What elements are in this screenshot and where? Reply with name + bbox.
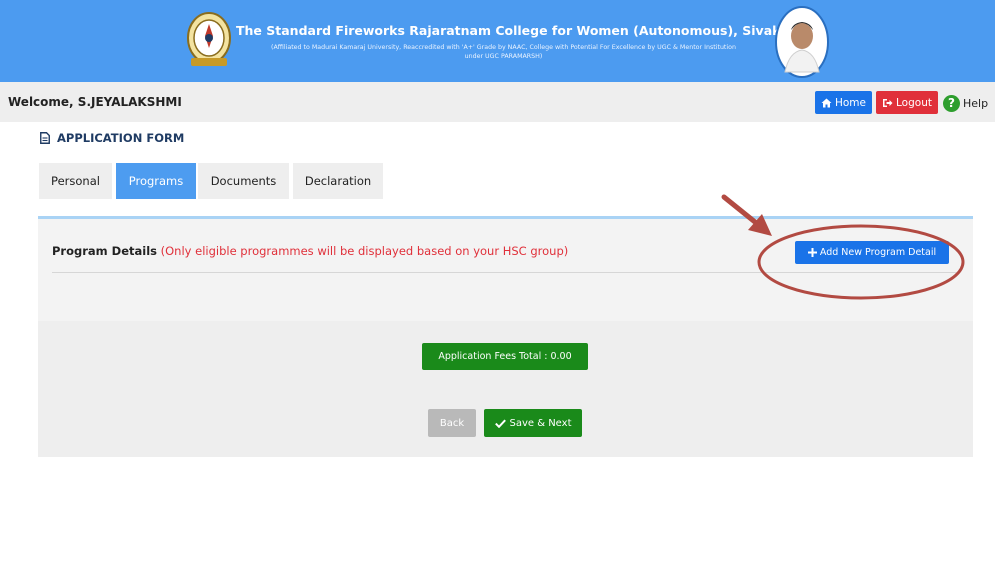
question-circle-icon: ?	[943, 94, 960, 112]
save-next-label: Save & Next	[509, 417, 572, 429]
tab-personal[interactable]: Personal	[39, 163, 112, 199]
program-details-title: Program Details	[52, 244, 157, 258]
home-label: Home	[834, 96, 866, 109]
plus-icon	[807, 248, 817, 257]
college-banner	[0, 0, 995, 82]
save-next-button[interactable]: Save & Next	[484, 409, 582, 437]
form-heading: APPLICATION FORM	[40, 131, 184, 145]
add-program-button[interactable]: Add New Program Detail	[795, 241, 949, 264]
document-icon	[40, 132, 50, 144]
help-label: Help	[963, 96, 989, 110]
logout-button[interactable]: Logout	[876, 91, 938, 114]
home-icon	[821, 98, 832, 107]
fees-total-badge: Application Fees Total : 0.00	[422, 343, 588, 370]
college-name: The Standard Fireworks Rajaratnam Colleg…	[236, 23, 801, 38]
tab-programs[interactable]: Programs	[116, 163, 196, 199]
logout-label: Logout	[896, 96, 932, 109]
program-details-header: Program Details (Only eligible programme…	[52, 244, 568, 258]
tab-documents[interactable]: Documents	[198, 163, 289, 199]
founder-portrait	[775, 6, 829, 78]
home-button[interactable]: Home	[815, 91, 872, 114]
program-details-panel	[38, 219, 973, 321]
application-page: The Standard Fireworks Rajaratnam Colleg…	[0, 0, 995, 561]
college-emblem-icon	[187, 12, 231, 66]
college-affiliation: (Affiliated to Madurai Kamaraj Universit…	[271, 44, 736, 60]
form-heading-label: APPLICATION FORM	[57, 131, 185, 145]
back-button[interactable]: Back	[428, 409, 476, 437]
welcome-text: Welcome, S.JEYALAKSHMI	[8, 95, 182, 109]
divider	[52, 272, 956, 273]
tab-declaration[interactable]: Declaration	[293, 163, 383, 199]
check-icon	[494, 419, 506, 428]
eligibility-note: (Only eligible programmes will be displa…	[160, 244, 569, 258]
add-program-label: Add New Program Detail	[819, 247, 937, 258]
help-link[interactable]: ? Help	[943, 92, 988, 114]
sign-out-icon	[883, 98, 893, 107]
